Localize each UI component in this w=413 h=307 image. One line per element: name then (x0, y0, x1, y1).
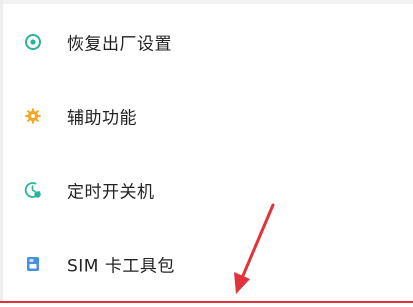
factory-reset-icon (24, 33, 42, 51)
highlighted-next-item-edge[interactable] (0, 301, 413, 307)
menu-item-scheduled-power[interactable]: 定时开关机 (0, 160, 413, 220)
scheduled-power-icon (24, 181, 42, 199)
settings-list-screen: 恢复出厂设置 辅助功能 定时开关机 SIM 卡工具包 (0, 0, 413, 307)
menu-item-sim-toolkit[interactable]: SIM 卡工具包 (0, 234, 413, 294)
menu-item-label: SIM 卡工具包 (67, 256, 175, 277)
top-divider (0, 0, 413, 4)
accessibility-gear-icon (24, 107, 42, 125)
menu-item-accessibility[interactable]: 辅助功能 (0, 86, 413, 146)
menu-item-factory-reset[interactable]: 恢复出厂设置 (0, 12, 413, 72)
menu-item-label: 定时开关机 (67, 182, 155, 203)
menu-item-label: 辅助功能 (67, 108, 137, 129)
menu-item-label: 恢复出厂设置 (67, 34, 172, 55)
sim-card-icon (24, 255, 42, 273)
